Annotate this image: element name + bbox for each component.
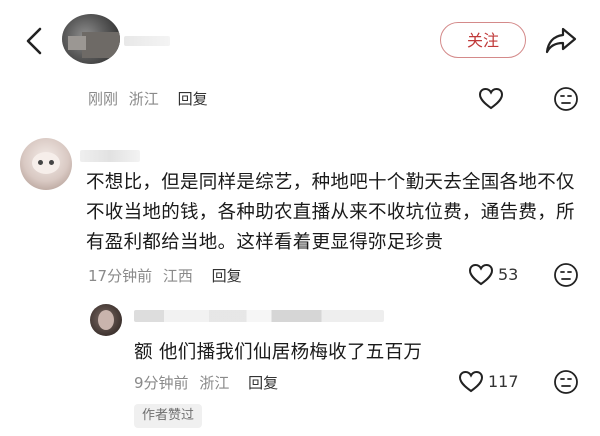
heart-outline-icon[interactable]: [458, 369, 484, 395]
post-reply-button[interactable]: 回复: [178, 90, 208, 108]
commenter-avatar[interactable]: [20, 138, 72, 190]
comment-like-count: 53: [498, 265, 519, 284]
reply-reply-button[interactable]: 回复: [248, 374, 278, 392]
reply-time: 9分钟前: [134, 374, 189, 392]
heart-outline-icon[interactable]: [478, 86, 504, 112]
replier-name-blurred: [134, 310, 384, 322]
author-liked-badge: 作者赞过: [134, 404, 203, 428]
comment-time: 17分钟前: [88, 267, 153, 285]
post-location: 浙江: [128, 90, 159, 108]
share-arrow-icon[interactable]: [544, 24, 578, 56]
comment-text: 不想比，但是同样是综艺，种地吧十个勤天去全国各地不仅不收当地的钱，各种助农直播从…: [86, 172, 575, 253]
frown-face-icon[interactable]: [553, 262, 579, 288]
comment-reply-button[interactable]: 回复: [212, 267, 242, 285]
commenter-name-blurred: [80, 150, 140, 162]
back-chevron-icon[interactable]: [22, 26, 48, 56]
comment-location: 江西: [162, 267, 193, 285]
reply-location: 浙江: [199, 374, 230, 392]
watermark: [474, 414, 592, 426]
reply-like-count: 117: [488, 372, 519, 391]
author-avatar[interactable]: [62, 14, 120, 64]
reply-meta: 9分钟前 浙江 回复: [134, 372, 278, 393]
frown-face-icon[interactable]: [553, 86, 579, 112]
replier-avatar[interactable]: [90, 304, 122, 336]
heart-outline-icon[interactable]: [468, 262, 494, 288]
post-meta: 刚刚 浙江 回复: [88, 88, 208, 109]
author-name-blurred: [124, 36, 170, 46]
frown-face-icon[interactable]: [553, 369, 579, 395]
post-time: 刚刚: [88, 90, 119, 108]
follow-button[interactable]: 关注: [440, 22, 526, 58]
reply-text: 额 他们播我们仙居杨梅收了五百万: [134, 342, 423, 363]
comment-meta: 17分钟前 江西 回复: [88, 265, 242, 286]
